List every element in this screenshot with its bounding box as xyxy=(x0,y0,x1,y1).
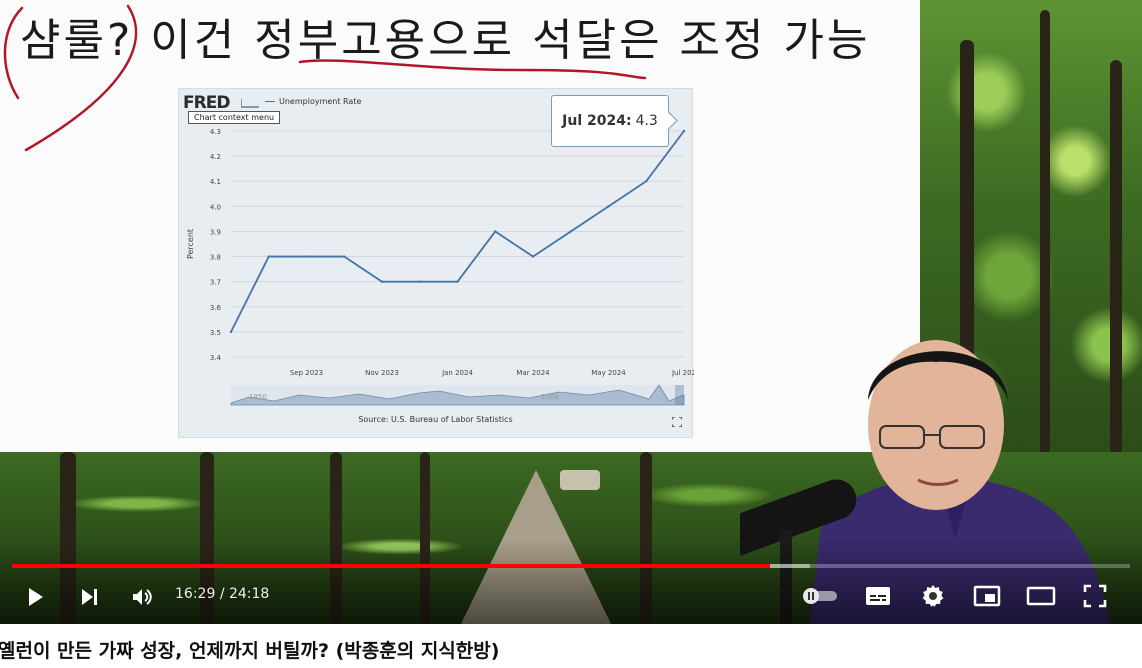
y-tick-label: 4.1 xyxy=(210,178,221,186)
chart-source: Source: U.S. Bureau of Labor Statistics xyxy=(358,415,513,424)
data-point xyxy=(343,255,346,258)
theater-mode-icon[interactable] xyxy=(1025,582,1057,610)
y-tick-label: 3.4 xyxy=(210,354,222,362)
x-tick-label: May 2024 xyxy=(591,369,626,377)
data-point xyxy=(531,255,535,258)
tooltip-value: 4.3 xyxy=(635,113,658,129)
progress-bar[interactable] xyxy=(12,564,1130,568)
x-tick-label: Jan 2024 xyxy=(441,369,473,377)
navigator-selection xyxy=(675,385,684,405)
y-tick-label: 4.2 xyxy=(210,153,221,161)
data-point xyxy=(569,230,572,233)
data-point xyxy=(645,180,648,183)
y-tick-label: 3.9 xyxy=(210,228,221,236)
data-point xyxy=(267,255,270,258)
slide-heading: 샴룰? 이건 정부고용으로 석달은 조정 가능 xyxy=(20,15,871,66)
volume-icon[interactable] xyxy=(126,582,158,612)
time-display: 16:29 / 24:18 xyxy=(175,586,269,602)
miniplayer-icon[interactable] xyxy=(971,582,1003,610)
gear-icon[interactable] xyxy=(918,582,948,610)
time-separator: / xyxy=(219,586,225,602)
x-tick-label: Jul 202 xyxy=(671,369,694,377)
navigator-label: 1950 xyxy=(249,393,267,401)
data-point xyxy=(380,280,384,283)
x-tick-label: Sep 2023 xyxy=(290,369,323,377)
next-icon[interactable] xyxy=(74,582,104,612)
navigator-label: 2000 xyxy=(541,393,559,401)
y-tick-label: 3.6 xyxy=(210,304,222,312)
y-tick-label: 3.5 xyxy=(210,329,221,337)
forest-road-far xyxy=(560,470,600,490)
chart-tooltip: Jul 2024: 4.3 xyxy=(551,95,669,147)
time-current: 16:29 xyxy=(175,586,216,602)
expand-icon[interactable] xyxy=(671,416,683,430)
video-title[interactable]: 옐런이 만든 가짜 성장, 언제까지 버틸까? (박종훈의 지식한방) xyxy=(0,636,499,663)
data-point xyxy=(494,230,497,233)
y-tick-label: 3.7 xyxy=(210,279,221,287)
fred-chart: FRED Unemployment Rate Chart context men… xyxy=(178,88,694,438)
tooltip-date: Jul 2024: xyxy=(562,113,632,129)
data-point xyxy=(607,205,610,208)
y-tick-label: 3.8 xyxy=(210,254,221,262)
x-tick-label: Nov 2023 xyxy=(365,369,399,377)
data-point xyxy=(682,129,686,133)
y-tick-label: 4.0 xyxy=(210,203,221,211)
data-point xyxy=(305,255,308,258)
time-total: 24:18 xyxy=(228,586,270,602)
y-tick-label: 4.3 xyxy=(210,128,221,136)
autoplay-toggle[interactable] xyxy=(800,584,840,608)
progress-played xyxy=(12,564,770,568)
play-icon[interactable] xyxy=(20,582,50,612)
data-point xyxy=(418,280,421,283)
x-tick-label: Mar 2024 xyxy=(516,369,550,377)
fullscreen-icon[interactable] xyxy=(1080,582,1110,610)
subtitles-icon[interactable] xyxy=(863,583,893,609)
video-player[interactable]: 샴룰? 이건 정부고용으로 석달은 조정 가능 FRED Unemploymen… xyxy=(0,0,1142,624)
y-axis-label: Percent xyxy=(186,229,195,259)
data-point xyxy=(456,280,459,283)
data-point xyxy=(229,330,233,334)
